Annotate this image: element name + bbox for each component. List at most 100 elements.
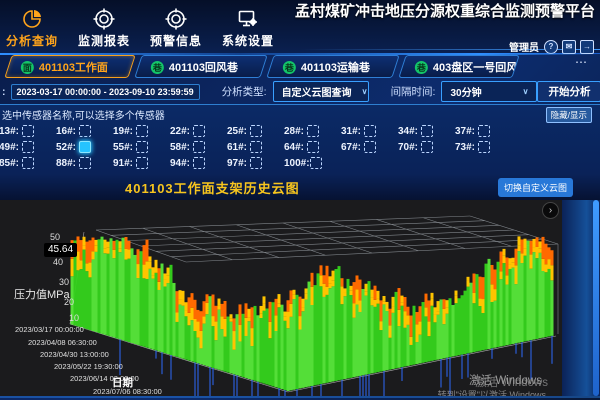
interval-select[interactable]: 30分钟 ∨ <box>441 81 537 102</box>
sensor-cell-61: 61#: <box>219 141 276 153</box>
x-tick-1: 2023/03/17 00:00:00 <box>15 325 84 334</box>
user-name: 管理员 <box>509 39 539 54</box>
sensor-checkbox[interactable] <box>250 125 262 137</box>
sensor-cell-85: 85#: <box>0 157 48 169</box>
bottom-edge-line <box>0 396 600 398</box>
sensor-cell-19: 19#: <box>105 125 162 137</box>
sensor-label: 100#: <box>284 158 310 169</box>
sensor-label: 64#: <box>284 142 304 153</box>
sensor-label: 97#: <box>227 158 247 169</box>
exit-icon[interactable]: → <box>580 40 594 54</box>
chevron-down-icon: ∨ <box>523 87 529 96</box>
app-title: 孟村煤矿冲击地压分源权重综合监测预警平台 <box>295 3 595 21</box>
sensor-cell-97: 97#: <box>219 157 276 169</box>
nav-item-label: 系统设置 <box>222 32 274 49</box>
sensor-cell-70: 70#: <box>390 141 447 153</box>
sensor-checkbox[interactable] <box>193 125 205 137</box>
sensor-checkbox[interactable] <box>193 141 205 153</box>
analysis-type-select[interactable]: 自定义云图查询 ∨ <box>273 81 369 102</box>
start-analysis-button[interactable]: 开始分析 <box>537 81 600 102</box>
sensor-checkbox[interactable] <box>79 125 91 137</box>
sensor-cell-100: 100#: <box>276 157 333 169</box>
sensor-checkbox[interactable] <box>364 125 376 137</box>
sensor-cell-64: 64#: <box>276 141 333 153</box>
sensor-cell-52: 52#: <box>48 141 105 153</box>
collapse-arrow-icon[interactable]: › <box>542 202 559 219</box>
sensor-row: 13#: 16#: 19#: 22#: 25#: 28#: 31#: 34#: … <box>0 123 600 139</box>
chevron-down-icon: ∨ <box>362 87 368 96</box>
sensor-checkbox[interactable] <box>22 157 34 169</box>
message-icon[interactable]: ✉ <box>562 40 576 54</box>
date-range-input[interactable]: 2023-03-17 00:00:00 - 2023-09-10 23:59:5… <box>11 84 200 100</box>
filter-bar: : 2023-03-17 00:00:00 - 2023-09-10 23:59… <box>0 80 600 103</box>
x-tick-2: 2023/04/08 06:30:00 <box>28 338 97 347</box>
sensor-cell-16: 16#: <box>48 125 105 137</box>
tab-type-badge: 巷 <box>151 60 164 73</box>
z-axis-title: 压力值MPa <box>14 286 70 302</box>
sensor-checkbox[interactable] <box>307 125 319 137</box>
top-header: 分析查询 监测报表 预警信息 系统设置 孟村煤矿冲击地压分源权重综合监测预警平台… <box>0 0 600 54</box>
sensor-cell-49: 49#: <box>0 141 48 153</box>
tab-label: 401103运输巷 <box>301 59 370 75</box>
sensor-label: 19#: <box>113 126 133 137</box>
sensor-checkbox[interactable] <box>478 125 490 137</box>
sensor-checkbox[interactable] <box>250 157 262 169</box>
nav-item-2[interactable]: 监测报表 <box>78 7 130 49</box>
chart-title: 401103工作面支架历史云图 <box>125 178 300 197</box>
sensor-checkbox[interactable] <box>22 125 34 137</box>
tab-401103运输巷[interactable]: 巷 401103运输巷 <box>266 55 399 78</box>
sensor-checkbox[interactable] <box>364 141 376 153</box>
vertical-scrollbar[interactable] <box>593 200 599 396</box>
pie-chart-icon <box>20 7 44 31</box>
sensor-cell-73: 73#: <box>447 141 504 153</box>
sensor-checkbox[interactable] <box>478 141 490 153</box>
sensor-cell-25: 25#: <box>219 125 276 137</box>
interval-value: 30分钟 <box>450 84 481 99</box>
sensor-label: 67#: <box>341 142 361 153</box>
sensor-label: 22#: <box>170 126 190 137</box>
interval-label: 间隔时间: <box>391 84 436 99</box>
help-icon[interactable]: ? <box>544 40 558 54</box>
sensor-cell-55: 55#: <box>105 141 162 153</box>
sensor-checkbox[interactable] <box>79 141 91 153</box>
sensor-label: 70#: <box>398 142 418 153</box>
sensor-label: 73#: <box>455 142 475 153</box>
sensor-label: 88#: <box>56 158 76 169</box>
tab-type-badge: 巷 <box>283 60 296 73</box>
nav-item-3[interactable]: 预警信息 <box>150 7 202 49</box>
sensor-grid: 13#: 16#: 19#: 22#: 25#: 28#: 31#: 34#: … <box>0 123 600 171</box>
sensor-checkbox[interactable] <box>136 157 148 169</box>
sensor-checkbox[interactable] <box>421 125 433 137</box>
pressure-cloud-chart: 5040302010 45.64 压力值MPa 2023/03/17 00:00… <box>0 200 562 396</box>
sensor-panel: 选中传感器名称,可以选择多个传感器 隐藏/显示 13#: 16#: 19#: 2… <box>0 104 600 177</box>
more-tabs-indicator[interactable]: ⋯ <box>575 55 588 69</box>
main-nav: 分析查询 监测报表 预警信息 系统设置 <box>6 7 274 49</box>
sensor-cell-28: 28#: <box>276 125 333 137</box>
sensor-checkbox[interactable] <box>22 141 34 153</box>
tab-type-badge: 巷 <box>415 60 428 73</box>
nav-item-label: 监测报表 <box>78 32 130 49</box>
sensor-checkbox[interactable] <box>136 141 148 153</box>
sensor-label: 25#: <box>227 126 247 137</box>
sensor-checkbox[interactable] <box>79 157 91 169</box>
sensor-checkbox[interactable] <box>250 141 262 153</box>
sensor-label: 37#: <box>455 126 475 137</box>
sensor-checkbox[interactable] <box>307 141 319 153</box>
analysis-type-label: 分析类型: <box>222 84 267 99</box>
sensor-cell-37: 37#: <box>447 125 504 137</box>
nav-item-1[interactable]: 分析查询 <box>6 7 58 49</box>
sensor-panel-header: 选中传感器名称,可以选择多个传感器 隐藏/显示 <box>0 105 600 123</box>
sensor-checkbox[interactable] <box>421 141 433 153</box>
hide-show-button[interactable]: 隐藏/显示 <box>546 107 592 123</box>
switch-cloud-map-button[interactable]: 切换自定义云图 <box>498 178 573 197</box>
tab-403盘区一号回风巷[interactable]: 巷 403盘区一号回风巷 <box>398 55 519 78</box>
nav-item-label: 预警信息 <box>150 32 202 49</box>
sensor-cell-94: 94#: <box>162 157 219 169</box>
nav-item-label: 分析查询 <box>6 32 58 49</box>
tab-401103工作面[interactable]: 面 401103工作面 <box>4 55 135 78</box>
tab-401103回风巷[interactable]: 巷 401103回风巷 <box>134 55 267 78</box>
sensor-checkbox[interactable] <box>310 157 322 169</box>
sensor-checkbox[interactable] <box>193 157 205 169</box>
nav-item-4[interactable]: 系统设置 <box>222 7 274 49</box>
sensor-checkbox[interactable] <box>136 125 148 137</box>
